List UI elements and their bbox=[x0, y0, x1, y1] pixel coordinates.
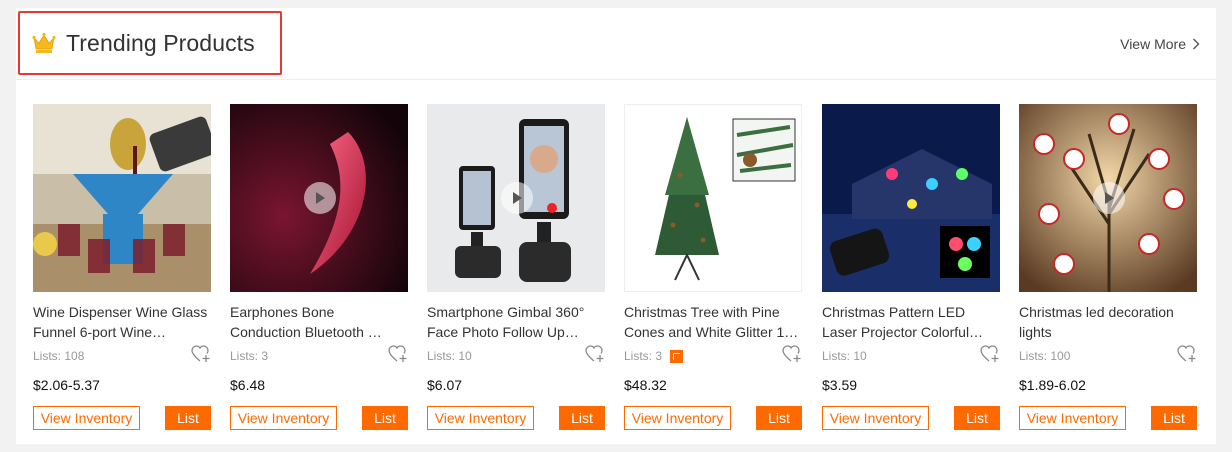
product-card[interactable]: Christmas Tree with Pine Cones and White… bbox=[624, 104, 802, 434]
product-name[interactable]: Christmas led decoration lights bbox=[1019, 302, 1197, 342]
view-inventory-button[interactable]: View Inventory bbox=[33, 406, 140, 430]
heart-plus-icon[interactable] bbox=[980, 345, 1000, 366]
heart-plus-icon[interactable] bbox=[191, 345, 211, 366]
list-button[interactable]: List bbox=[559, 406, 605, 430]
product-image-christmas-tree[interactable] bbox=[624, 104, 802, 292]
product-card[interactable]: Smartphone Gimbal 360° Face Photo Follow… bbox=[427, 104, 605, 434]
product-meta: Lists: 108 bbox=[33, 345, 211, 366]
product-meta: Lists: 10 bbox=[427, 345, 605, 366]
product-name[interactable]: Smartphone Gimbal 360° Face Photo Follow… bbox=[427, 302, 605, 342]
lists-count: Lists: 10 bbox=[427, 349, 472, 363]
heart-plus-icon[interactable] bbox=[782, 345, 802, 366]
heart-plus-icon[interactable] bbox=[388, 345, 408, 366]
view-inventory-button[interactable]: View Inventory bbox=[624, 406, 731, 430]
trending-products-panel: Trending Products View More Wine Dispens… bbox=[16, 8, 1216, 444]
product-meta: Lists: 100 bbox=[1019, 345, 1197, 366]
list-button[interactable]: List bbox=[954, 406, 1000, 430]
product-list: Wine Dispenser Wine Glass Funnel 6-port … bbox=[33, 104, 1213, 434]
product-image-wine-dispenser[interactable] bbox=[33, 104, 211, 292]
product-image-christmas-led-lights[interactable] bbox=[1019, 104, 1197, 292]
lists-count: Lists: 10 bbox=[822, 349, 867, 363]
product-image-bone-conduction-earphones[interactable] bbox=[230, 104, 408, 292]
view-more-label: View More bbox=[1120, 36, 1186, 52]
play-video-icon[interactable] bbox=[1093, 182, 1125, 214]
product-image-led-laser-projector[interactable] bbox=[822, 104, 1000, 292]
product-meta: Lists: 3 bbox=[230, 345, 408, 366]
lists-count: Lists: 3 bbox=[624, 349, 663, 363]
view-inventory-button[interactable]: View Inventory bbox=[822, 406, 929, 430]
heart-plus-icon[interactable] bbox=[585, 345, 605, 366]
product-price: $6.07 bbox=[427, 377, 463, 393]
product-card[interactable]: Wine Dispenser Wine Glass Funnel 6-port … bbox=[33, 104, 211, 434]
product-meta: Lists: 10 bbox=[822, 345, 1000, 366]
product-card[interactable]: Christmas Pattern LED Laser Projector Co… bbox=[822, 104, 1000, 434]
chevron-right-icon bbox=[1193, 38, 1200, 50]
product-name[interactable]: Earphones Bone Conduction Bluetooth Earp… bbox=[230, 302, 408, 342]
play-video-icon[interactable] bbox=[501, 182, 533, 214]
product-price: $3.59 bbox=[822, 377, 858, 393]
product-price: $1.89-6.02 bbox=[1019, 377, 1086, 393]
trend-badge-icon bbox=[670, 349, 684, 363]
list-button[interactable]: List bbox=[165, 406, 211, 430]
product-name[interactable]: Christmas Pattern LED Laser Projector Co… bbox=[822, 302, 1000, 342]
product-price: $6.48 bbox=[230, 377, 266, 393]
lists-count: Lists: 100 bbox=[1019, 349, 1071, 363]
section-title: Trending Products bbox=[66, 29, 255, 56]
list-button[interactable]: List bbox=[362, 406, 408, 430]
product-price: $48.32 bbox=[624, 377, 667, 393]
product-meta: Lists: 3 bbox=[624, 345, 802, 366]
product-name[interactable]: Christmas Tree with Pine Cones and White… bbox=[624, 302, 802, 342]
heart-plus-icon[interactable] bbox=[1177, 345, 1197, 366]
product-image-smartphone-gimbal[interactable] bbox=[427, 104, 605, 292]
view-more-link[interactable]: View More bbox=[1120, 36, 1200, 52]
list-button[interactable]: List bbox=[1151, 406, 1197, 430]
view-inventory-button[interactable]: View Inventory bbox=[230, 406, 337, 430]
crown-icon bbox=[32, 32, 56, 54]
view-inventory-button[interactable]: View Inventory bbox=[427, 406, 534, 430]
play-video-icon[interactable] bbox=[304, 182, 336, 214]
product-card[interactable]: Christmas led decoration lights Lists: 1… bbox=[1019, 104, 1197, 434]
section-header: Trending Products View More bbox=[16, 8, 1216, 80]
product-card[interactable]: Earphones Bone Conduction Bluetooth Earp… bbox=[230, 104, 408, 434]
lists-count: Lists: 3 bbox=[230, 349, 269, 363]
view-inventory-button[interactable]: View Inventory bbox=[1019, 406, 1126, 430]
product-name[interactable]: Wine Dispenser Wine Glass Funnel 6-port … bbox=[33, 302, 211, 342]
title-highlight-box: Trending Products bbox=[18, 11, 282, 75]
product-price: $2.06-5.37 bbox=[33, 377, 100, 393]
lists-count: Lists: 108 bbox=[33, 349, 85, 363]
list-button[interactable]: List bbox=[756, 406, 802, 430]
